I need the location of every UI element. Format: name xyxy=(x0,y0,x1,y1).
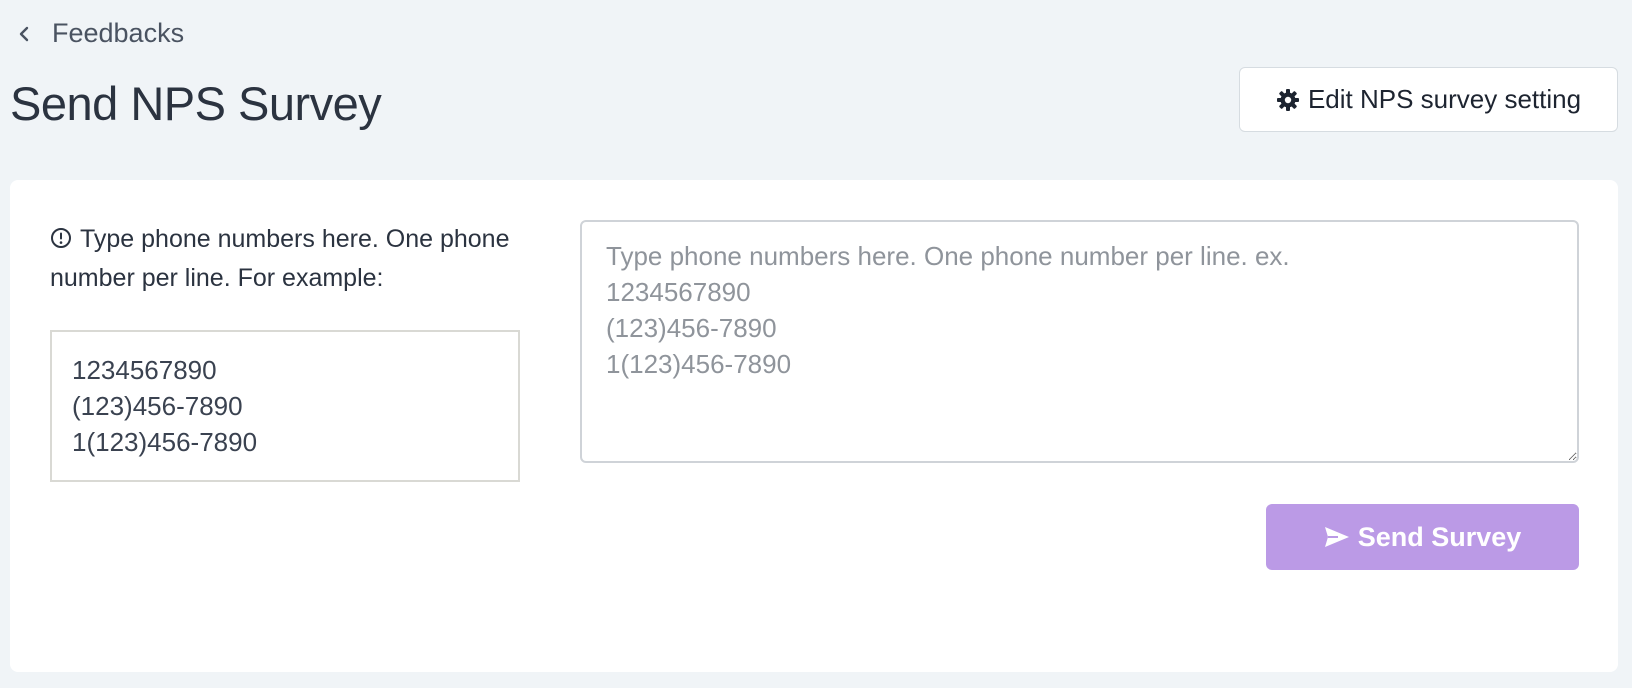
send-icon xyxy=(1324,526,1350,548)
example-phone-number: 1234567890 xyxy=(72,355,217,385)
breadcrumb-back-link[interactable]: Feedbacks xyxy=(14,18,184,49)
info-circle-icon xyxy=(50,222,72,248)
example-phone-number: (123)456-7890 xyxy=(72,391,243,421)
send-survey-button[interactable]: Send Survey xyxy=(1266,504,1579,570)
edit-nps-settings-label: Edit NPS survey setting xyxy=(1307,84,1582,114)
gear-icon xyxy=(1276,88,1300,112)
chevron-left-icon xyxy=(14,23,36,45)
page: Feedbacks Send NPS Survey Edit NPS surve… xyxy=(0,0,1632,688)
phone-input-hint-text: Type phone numbers here. One phone numbe… xyxy=(50,225,510,292)
send-survey-label: Send Survey xyxy=(1357,521,1522,552)
phone-numbers-textarea[interactable] xyxy=(580,220,1579,463)
page-title: Send NPS Survey xyxy=(10,77,382,130)
edit-nps-settings-button[interactable]: Edit NPS survey setting xyxy=(1239,67,1618,132)
phone-format-examples: 1234567890 (123)456-7890 1(123)456-7890 xyxy=(50,330,520,482)
breadcrumb-label: Feedbacks xyxy=(52,18,185,48)
example-phone-number: 1(123)456-7890 xyxy=(72,427,258,457)
survey-form-card: Type phone numbers here. One phone numbe… xyxy=(10,180,1618,672)
phone-input-hint: Type phone numbers here. One phone numbe… xyxy=(50,220,510,298)
